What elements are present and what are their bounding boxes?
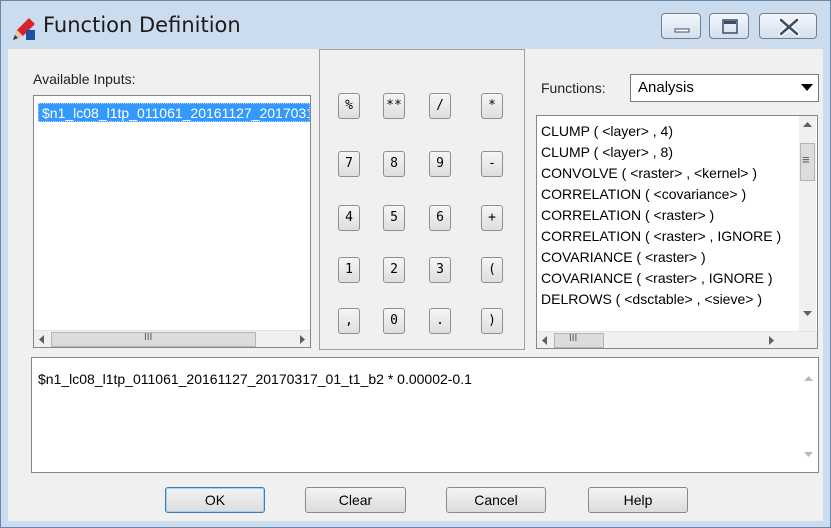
scroll-thumb[interactable]: III	[51, 332, 256, 347]
key-open-paren[interactable]: (	[481, 257, 503, 283]
scroll-right-icon[interactable]	[293, 331, 310, 348]
scroll-right-icon[interactable]	[762, 332, 779, 349]
function-category-select[interactable]: Analysis	[630, 74, 819, 102]
thumb-grip: III	[144, 332, 153, 343]
key-multiply[interactable]: *	[481, 93, 503, 119]
key-2[interactable]: 2	[383, 257, 405, 283]
key-3[interactable]: 3	[429, 257, 451, 283]
window-title: Function Definition	[43, 13, 241, 37]
expression-vertical-scrollbar[interactable]	[800, 358, 817, 472]
key-close-paren[interactable]: )	[481, 308, 503, 334]
key-1[interactable]: 1	[338, 257, 360, 283]
key-percent[interactable]: %	[338, 93, 360, 119]
key-0[interactable]: 0	[383, 308, 405, 334]
scroll-left-icon[interactable]	[537, 332, 554, 349]
function-item[interactable]: COVARIANCE ( <raster> , IGNORE )	[541, 268, 791, 289]
available-inputs-list[interactable]: $n1_lc08_l1tp_011061_20161127_20170317_0…	[33, 95, 311, 348]
function-item[interactable]: DELROWS ( <dsctable> , <sieve> )	[541, 289, 791, 310]
thumb-grip: III	[569, 333, 578, 344]
function-category-value: Analysis	[638, 79, 694, 96]
function-item[interactable]: CORRELATION ( <raster> , IGNORE )	[541, 226, 791, 247]
maximize-icon	[722, 19, 738, 34]
key-7[interactable]: 7	[338, 151, 360, 177]
key-4[interactable]: 4	[338, 205, 360, 231]
function-item[interactable]: COVARIANCE ( <raster> )	[541, 247, 791, 268]
scroll-left-icon[interactable]	[34, 331, 51, 348]
pencil-icon	[13, 18, 35, 40]
title-bar[interactable]: Function Definition	[1, 1, 830, 49]
function-definition-dialog: Function Definition Available Inputs: $n…	[0, 0, 831, 528]
help-button[interactable]: Help	[588, 487, 688, 513]
function-item[interactable]: CORRELATION ( <covariance> )	[541, 184, 791, 205]
functions-list[interactable]: CLUMP ( <layer> , 4) CLUMP ( <layer> , 8…	[536, 115, 818, 349]
scroll-down-icon[interactable]	[799, 305, 816, 322]
key-8[interactable]: 8	[383, 151, 405, 177]
function-item[interactable]: CLUMP ( <layer> , 8)	[541, 142, 791, 163]
cancel-button[interactable]: Cancel	[446, 487, 546, 513]
function-item[interactable]: CONVOLVE ( <raster> , <kernel> )	[541, 163, 791, 184]
inputs-horizontal-scrollbar[interactable]: III	[34, 330, 310, 347]
ok-button[interactable]: OK	[165, 487, 265, 513]
list-item[interactable]: $n1_lc08_l1tp_011061_20161127_20170317_0…	[38, 103, 310, 122]
functions-label: Functions:	[541, 80, 606, 96]
function-item[interactable]: CLUMP ( <layer> , 4)	[541, 121, 791, 142]
scroll-up-icon[interactable]	[800, 370, 817, 387]
close-button[interactable]	[759, 13, 817, 39]
clear-button[interactable]: Clear	[305, 487, 406, 513]
scroll-down-icon[interactable]	[800, 446, 817, 463]
scroll-thumb[interactable]: III	[554, 333, 604, 348]
key-decimal[interactable]: .	[429, 308, 451, 334]
scroll-up-icon[interactable]	[799, 116, 816, 133]
expression-text: $n1_lc08_l1tp_011061_20161127_20170317_0…	[38, 371, 472, 387]
minimize-icon	[674, 28, 690, 33]
minimize-button[interactable]	[661, 13, 701, 39]
maximize-button[interactable]	[709, 13, 749, 39]
operator-keypad: % ** / * 7 8 9 - 4 5 6 + 1 2 3 ( , 0 . )	[319, 49, 525, 350]
key-plus[interactable]: +	[481, 205, 503, 231]
key-power[interactable]: **	[383, 93, 405, 119]
key-divide[interactable]: /	[429, 93, 451, 119]
key-minus[interactable]: -	[481, 151, 503, 177]
functions-vertical-scrollbar[interactable]: ≡	[799, 116, 816, 331]
key-comma[interactable]: ,	[338, 308, 360, 334]
function-item[interactable]: CORRELATION ( <raster> )	[541, 205, 791, 226]
thumb-grip: ≡	[802, 152, 810, 167]
close-icon	[778, 17, 800, 37]
expression-textarea[interactable]: $n1_lc08_l1tp_011061_20161127_20170317_0…	[31, 357, 819, 473]
chevron-down-icon	[801, 84, 813, 91]
key-9[interactable]: 9	[429, 151, 451, 177]
scroll-thumb[interactable]: ≡	[800, 143, 815, 181]
key-6[interactable]: 6	[429, 205, 451, 231]
key-5[interactable]: 5	[383, 205, 405, 231]
functions-horizontal-scrollbar[interactable]: III	[537, 331, 817, 348]
available-inputs-label: Available Inputs:	[33, 71, 136, 87]
